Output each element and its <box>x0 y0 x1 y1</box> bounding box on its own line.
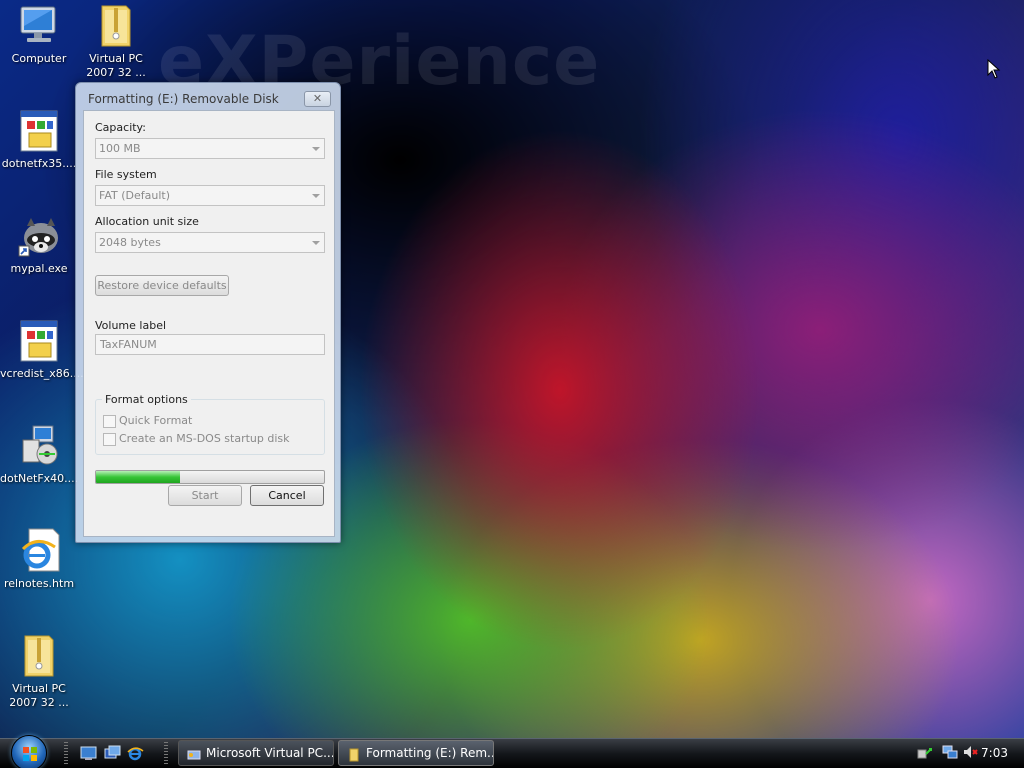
internet-explorer-document-icon <box>15 527 63 575</box>
computer-icon <box>15 2 63 50</box>
dialog-titlebar[interactable]: Formatting (E:) Removable Disk ✕ <box>76 83 340 111</box>
msdos-startup-checkbox[interactable]: Create an MS-DOS startup disk <box>103 432 290 446</box>
taskbar-clock[interactable]: 7:03 <box>981 746 1008 760</box>
cancel-button[interactable]: Cancel <box>250 485 324 506</box>
volume-label-input[interactable]: TaxFANUM <box>95 334 325 355</box>
chevron-down-icon <box>312 241 320 245</box>
allocation-label: Allocation unit size <box>95 215 199 228</box>
restore-defaults-button[interactable]: Restore device defaults <box>95 275 229 296</box>
desktop-icon-dotnetfx40[interactable]: dotNetFx40.... <box>0 422 78 486</box>
volume-label-value: TaxFANUM <box>100 338 157 351</box>
volume-label-label: Volume label <box>95 319 167 332</box>
toolbar-grip[interactable] <box>164 742 168 764</box>
quick-format-checkbox[interactable]: Quick Format <box>103 414 192 428</box>
format-dialog: Formatting (E:) Removable Disk ✕ Capacit… <box>75 82 341 543</box>
desktop-icon-label: Virtual PC 2007 32 ... <box>9 682 69 709</box>
progress-fill <box>96 471 181 483</box>
installer-icon <box>15 107 63 155</box>
desktop-icon-virtual-pc-folder-2[interactable]: Virtual PC 2007 32 ... <box>0 632 78 710</box>
close-button[interactable]: ✕ <box>304 91 331 107</box>
taskbar-button-formatting[interactable]: Formatting (E:) Rem... <box>338 740 494 766</box>
format-options-group: Format options Quick Format Create an MS… <box>95 393 325 455</box>
show-desktop-icon[interactable] <box>80 745 97 761</box>
volume-muted-icon[interactable] <box>962 744 978 760</box>
zip-folder-icon <box>92 2 140 50</box>
start-button[interactable] <box>8 735 50 768</box>
taskbar <box>0 738 1024 768</box>
capacity-select[interactable]: 100 MB <box>95 138 325 159</box>
allocation-value: 2048 bytes <box>99 236 161 249</box>
drive-icon <box>347 746 361 762</box>
desktop-icon-vcredist[interactable]: vcredist_x86.... <box>0 317 84 381</box>
desktop-icon-label: dotnetfx35.... <box>1 157 77 170</box>
internet-explorer-icon[interactable] <box>127 745 144 761</box>
desktop-icon-label: mypal.exe <box>10 262 68 275</box>
network-icon[interactable] <box>942 744 958 760</box>
format-progress-bar <box>95 470 325 484</box>
setup-icon <box>15 422 63 470</box>
virtual-pc-icon <box>187 746 201 760</box>
desktop-icon-dotnetfx35[interactable]: dotnetfx35.... <box>0 107 78 171</box>
desktop-icon-label: Computer <box>11 52 67 65</box>
allocation-select[interactable]: 2048 bytes <box>95 232 325 253</box>
desktop-icon-computer[interactable]: Computer <box>0 2 78 66</box>
desktop-icon-virtual-pc-folder-1[interactable]: Virtual PC 2007 32 ... <box>77 2 155 80</box>
filesystem-value: FAT (Default) <box>99 189 170 202</box>
chevron-down-icon <box>312 194 320 198</box>
desktop-icon-label: relnotes.htm <box>3 577 75 590</box>
close-icon: ✕ <box>312 92 323 105</box>
desktop-icon-mypal[interactable]: mypal.exe <box>0 212 78 276</box>
desktop-icon-relnotes[interactable]: relnotes.htm <box>0 527 78 591</box>
quick-format-label: Quick Format <box>119 414 193 427</box>
start-button[interactable]: Start <box>168 485 242 506</box>
raccoon-app-icon <box>15 212 63 260</box>
toolbar-grip[interactable] <box>64 742 68 764</box>
desktop-icon-label: dotNetFx40.... <box>0 472 79 485</box>
windows-logo-icon <box>11 735 47 768</box>
dialog-title: Formatting (E:) Removable Disk <box>88 92 279 106</box>
taskbar-button-label: Formatting (E:) Rem... <box>366 746 494 760</box>
installer-icon <box>15 317 63 365</box>
format-options-label: Format options <box>102 393 191 406</box>
taskbar-button-label: Microsoft Virtual PC... <box>206 746 334 760</box>
switch-windows-icon[interactable] <box>104 745 121 761</box>
virtual-pc-tray-icon[interactable] <box>916 744 932 760</box>
filesystem-label: File system <box>95 168 157 181</box>
zip-folder-icon <box>15 632 63 680</box>
checkbox-icon <box>103 432 116 446</box>
capacity-label: Capacity: <box>95 121 146 134</box>
capacity-value: 100 MB <box>99 142 141 155</box>
chevron-down-icon <box>312 147 320 151</box>
filesystem-select[interactable]: FAT (Default) <box>95 185 325 206</box>
desktop-icon-label: Virtual PC 2007 32 ... <box>86 52 146 79</box>
msdos-startup-label: Create an MS-DOS startup disk <box>119 432 290 445</box>
taskbar-button-virtual-pc[interactable]: Microsoft Virtual PC... <box>178 740 334 766</box>
desktop-icon-label: vcredist_x86.... <box>0 367 84 380</box>
checkbox-icon <box>103 414 116 428</box>
dialog-body: Capacity: 100 MB File system FAT (Defaul… <box>83 110 335 537</box>
mouse-cursor-icon <box>987 58 1001 82</box>
